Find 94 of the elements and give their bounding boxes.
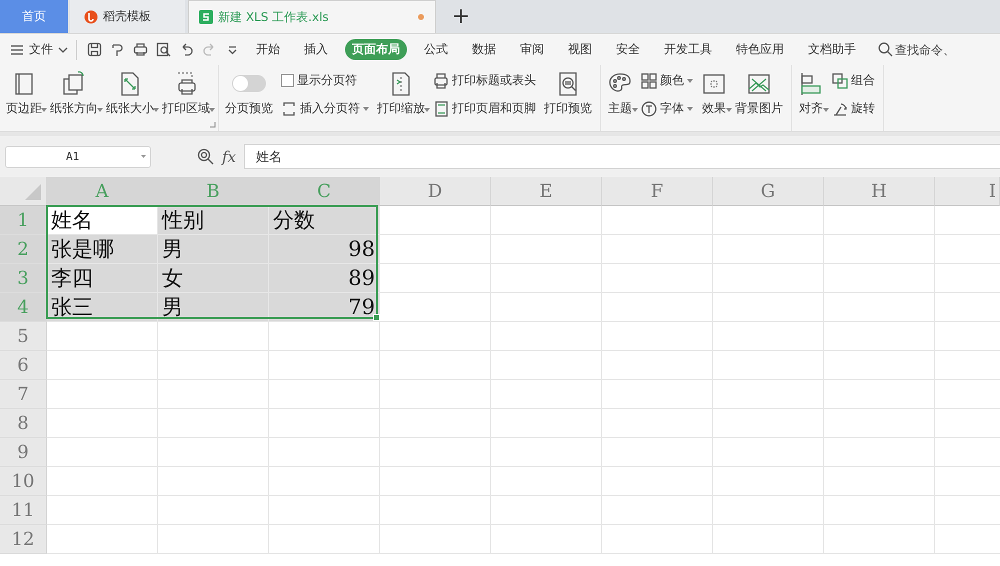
ribbon-button[interactable]: 旋转	[830, 100, 877, 117]
page-break-icon	[281, 100, 297, 116]
ribbon-button[interactable]: 纸张方向	[48, 65, 100, 131]
caret-icon	[687, 78, 693, 82]
ribbon-tab[interactable]: 开发工具	[657, 39, 719, 60]
caret-icon	[823, 108, 829, 112]
table-cell[interactable]: 分数	[269, 206, 380, 235]
ribbon-button[interactable]: 对齐	[796, 65, 826, 131]
row-header[interactable]: 11	[0, 496, 47, 525]
table-cell[interactable]: 男	[158, 235, 269, 264]
group-icon	[832, 72, 848, 88]
file-menu[interactable]: 文件	[10, 41, 68, 58]
caret-icon	[726, 108, 732, 112]
column-header[interactable]: I	[935, 177, 1000, 206]
table-cell[interactable]: 李四	[47, 264, 158, 293]
search-field[interactable]: 查找命令、	[895, 42, 955, 56]
row-header[interactable]: 9	[0, 438, 47, 467]
ribbon-button[interactable]: 纸张大小	[104, 65, 156, 131]
table-cell[interactable]: 89	[269, 264, 380, 293]
table-cell[interactable]: 性别	[158, 206, 269, 235]
table-cell[interactable]: 98	[269, 235, 380, 264]
checkbox-option[interactable]: 显示分页符	[279, 72, 371, 89]
column-header[interactable]: E	[491, 177, 602, 206]
table-cell[interactable]: 男	[158, 293, 269, 322]
row-header[interactable]: 6	[0, 351, 47, 380]
toggle-switch[interactable]	[232, 75, 266, 92]
formula-field[interactable]: 姓名	[244, 144, 1000, 169]
font-circle-icon	[641, 100, 657, 116]
ribbon-button[interactable]: 背景图片	[733, 65, 785, 131]
ribbon-button[interactable]: 颜色	[639, 72, 695, 89]
column-header[interactable]: F	[602, 177, 713, 206]
ribbon-tab[interactable]: 视图	[561, 39, 599, 60]
save-icon[interactable]	[87, 42, 102, 57]
menu-icon	[10, 44, 24, 56]
table-cell[interactable]: 女	[158, 264, 269, 293]
row-header[interactable]: 7	[0, 380, 47, 409]
caret-icon	[687, 106, 693, 110]
sheet-icon	[199, 10, 213, 24]
ribbon-button[interactable]: 主题	[605, 65, 635, 131]
ribbon-button[interactable]: 打印标题或表头	[431, 72, 538, 89]
ribbon-tab[interactable]: 安全	[609, 39, 647, 60]
ribbon-button[interactable]: 分页预览	[223, 65, 275, 131]
printer-icon[interactable]	[133, 42, 148, 57]
search-icon	[878, 42, 893, 57]
row-header[interactable]: 5	[0, 322, 47, 351]
ribbon-button[interactable]: 字体	[639, 100, 695, 117]
caret-icon	[424, 108, 430, 112]
ribbon-tab[interactable]: 公式	[417, 39, 455, 60]
printer-icon	[433, 72, 449, 88]
table-cell[interactable]: 张三	[47, 293, 158, 322]
checkbox[interactable]	[281, 74, 294, 87]
ribbon-tab[interactable]: 特色应用	[729, 39, 791, 60]
caret-icon	[632, 108, 638, 112]
table-cell[interactable]: 79	[269, 293, 380, 322]
fx-label[interactable]: fx	[222, 148, 236, 166]
row-header[interactable]: 10	[0, 467, 47, 496]
ribbon-button[interactable]: 打印区域	[160, 65, 212, 131]
ribbon-tab[interactable]: 数据	[465, 39, 503, 60]
preview-icon[interactable]	[156, 42, 171, 57]
ribbon-button[interactable]: 插入分页符	[279, 100, 371, 117]
ribbon-button[interactable]: 组合	[830, 72, 877, 89]
ribbon-button[interactable]: 页边距	[4, 65, 44, 131]
caret-icon	[209, 108, 215, 112]
ribbon-tab[interactable]: 插入	[297, 39, 335, 60]
caret-icon	[153, 108, 159, 112]
chevron-icon	[58, 46, 68, 52]
caret-icon	[363, 106, 369, 110]
ribbon-button[interactable]: 打印页眉和页脚	[431, 100, 538, 117]
ribbon-button[interactable]: 效果	[699, 65, 729, 131]
select-all-icon	[25, 184, 41, 200]
format-painter-icon[interactable]	[110, 42, 125, 57]
table-cell[interactable]: 张是哪	[47, 235, 158, 264]
squares-icon	[641, 72, 657, 88]
new-tab-button[interactable]: +	[438, 0, 484, 33]
caret-icon	[41, 108, 47, 112]
fill-handle[interactable]	[373, 314, 380, 321]
ribbon-tab[interactable]: 开始	[249, 39, 287, 60]
ribbon-button[interactable]: 打印预览	[542, 65, 594, 131]
page-icon	[433, 100, 449, 116]
column-header[interactable]: H	[824, 177, 935, 206]
ribbon-tab[interactable]: 审阅	[513, 39, 551, 60]
name-box[interactable]: A1	[5, 146, 151, 168]
row-header[interactable]: 12	[0, 525, 47, 554]
tab[interactable]: 稻壳模板	[70, 0, 185, 33]
flame-icon	[84, 10, 98, 24]
rotate-icon	[832, 100, 848, 116]
zoom-icon	[197, 148, 214, 165]
caret-icon	[97, 108, 103, 112]
column-header[interactable]: D	[380, 177, 491, 206]
ribbon-button[interactable]: 打印缩放	[375, 65, 427, 131]
ribbon-tab[interactable]: 文档助手	[801, 39, 863, 60]
row-header[interactable]: 8	[0, 409, 47, 438]
column-header[interactable]: G	[713, 177, 824, 206]
caret-icon	[141, 155, 146, 158]
